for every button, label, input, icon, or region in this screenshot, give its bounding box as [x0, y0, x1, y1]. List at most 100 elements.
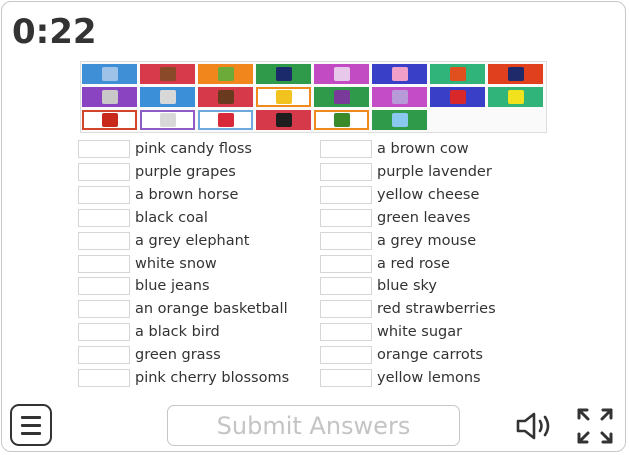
match-label: green grass — [135, 346, 221, 363]
match-label: a brown horse — [135, 186, 239, 203]
match-label: a grey elephant — [135, 232, 250, 249]
match-label: white sugar — [377, 323, 463, 340]
menu-button[interactable] — [10, 404, 52, 446]
match-row: a grey elephant — [78, 230, 249, 251]
tile-image — [333, 113, 350, 127]
match-label: black coal — [135, 209, 208, 226]
match-label: purple grapes — [135, 163, 236, 180]
image-tile[interactable] — [198, 87, 253, 107]
image-tile[interactable] — [314, 110, 369, 130]
match-row: green leaves — [320, 207, 470, 228]
match-row: yellow cheese — [320, 184, 479, 205]
image-tile[interactable] — [256, 87, 311, 107]
tile-image — [391, 90, 408, 104]
tile-image — [101, 90, 118, 104]
drop-slot[interactable] — [320, 276, 372, 295]
image-tile[interactable] — [430, 87, 485, 107]
match-row: purple lavender — [320, 161, 492, 182]
match-row: orange carrots — [320, 344, 483, 365]
image-tile[interactable] — [372, 64, 427, 84]
match-label: green leaves — [377, 209, 471, 226]
image-tile[interactable] — [372, 110, 427, 130]
drop-slot[interactable] — [78, 162, 130, 181]
drop-slot[interactable] — [320, 162, 372, 181]
drop-slot[interactable] — [320, 208, 372, 227]
tile-image — [101, 113, 118, 127]
image-tile[interactable] — [488, 87, 543, 107]
image-tile[interactable] — [82, 87, 137, 107]
drop-slot[interactable] — [78, 254, 130, 273]
match-label: an orange basketball — [135, 300, 288, 317]
tile-image — [159, 67, 176, 81]
match-row: a brown horse — [78, 184, 238, 205]
image-tile[interactable] — [140, 110, 195, 130]
tile-image — [333, 90, 350, 104]
tile-image — [217, 67, 234, 81]
image-tile[interactable] — [488, 64, 543, 84]
fullscreen-icon[interactable] — [575, 406, 615, 446]
tile-image — [275, 67, 292, 81]
match-row: red strawberries — [320, 298, 496, 319]
drop-slot[interactable] — [320, 299, 372, 318]
match-label: pink cherry blossoms — [135, 369, 290, 386]
match-row: an orange basketball — [78, 298, 288, 319]
drop-slot[interactable] — [78, 299, 130, 318]
match-label: yellow cheese — [377, 186, 480, 203]
image-tile[interactable] — [198, 64, 253, 84]
match-label: a grey mouse — [377, 232, 477, 249]
menu-icon-bar — [21, 424, 41, 427]
match-row: a brown cow — [320, 138, 469, 159]
image-tile[interactable] — [198, 110, 253, 130]
match-label: yellow lemons — [377, 369, 481, 386]
image-tile[interactable] — [314, 64, 369, 84]
image-tile[interactable] — [82, 64, 137, 84]
tile-image — [275, 113, 292, 127]
drop-slot[interactable] — [78, 368, 130, 387]
drop-slot[interactable] — [78, 322, 130, 341]
tile-image — [391, 67, 408, 81]
image-tile[interactable] — [82, 110, 137, 130]
drop-slot[interactable] — [320, 231, 372, 250]
drop-slot[interactable] — [78, 276, 130, 295]
drop-slot[interactable] — [320, 345, 372, 364]
match-label: red strawberries — [377, 300, 496, 317]
drop-slot[interactable] — [78, 231, 130, 250]
match-row: pink candy floss — [78, 138, 252, 159]
drop-slot[interactable] — [320, 254, 372, 273]
drop-slot[interactable] — [320, 368, 372, 387]
drop-slot[interactable] — [78, 185, 130, 204]
tile-image — [507, 90, 524, 104]
image-tile[interactable] — [256, 110, 311, 130]
tile-image — [449, 90, 466, 104]
image-tile[interactable] — [314, 87, 369, 107]
match-label: a brown cow — [377, 140, 469, 157]
image-tile[interactable] — [140, 87, 195, 107]
submit-answers-button[interactable]: Submit Answers — [167, 405, 460, 446]
image-tile[interactable] — [430, 64, 485, 84]
match-label: pink candy floss — [135, 140, 252, 157]
sound-icon[interactable] — [514, 410, 556, 442]
match-row: yellow lemons — [320, 367, 481, 388]
drop-slot[interactable] — [78, 345, 130, 364]
match-label: blue sky — [377, 277, 437, 294]
tile-image — [217, 113, 234, 127]
match-label: purple lavender — [377, 163, 492, 180]
drop-slot[interactable] — [78, 208, 130, 227]
image-tile[interactable] — [256, 64, 311, 84]
menu-icon-bar — [21, 432, 41, 435]
match-label: orange carrots — [377, 346, 483, 363]
image-tile[interactable] — [140, 64, 195, 84]
drop-slot[interactable] — [320, 139, 372, 158]
drop-slot[interactable] — [320, 322, 372, 341]
match-label: blue jeans — [135, 277, 210, 294]
tile-image — [101, 67, 118, 81]
menu-icon — [21, 416, 41, 419]
match-row: blue jeans — [78, 275, 210, 296]
image-tile[interactable] — [372, 87, 427, 107]
match-row: white snow — [78, 253, 217, 274]
drop-slot[interactable] — [320, 185, 372, 204]
drop-slot[interactable] — [78, 139, 130, 158]
timer: 0:22 — [12, 12, 97, 52]
tile-image — [159, 113, 176, 127]
tile-image — [333, 67, 350, 81]
